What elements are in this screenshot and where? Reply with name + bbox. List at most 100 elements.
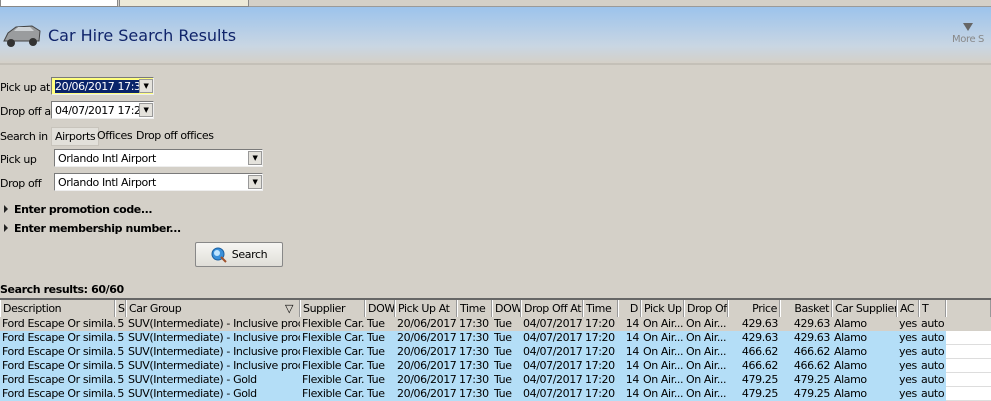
column-header-days[interactable]: D bbox=[618, 300, 641, 317]
pickup-at-value: 20/06/2017 17:30 bbox=[55, 80, 148, 93]
column-header-seats[interactable]: S bbox=[115, 300, 126, 317]
cell-pickup-time: 17:30 bbox=[457, 359, 492, 373]
pickup-location-select[interactable]: Orlando Intl Airport bbox=[54, 149, 263, 167]
more-extra: S bbox=[977, 34, 984, 45]
cell-supplier: Flexible Car... bbox=[300, 387, 365, 401]
cell-car-supplier: Alamo bbox=[832, 373, 897, 387]
column-header-dropoff-location[interactable]: Drop Off bbox=[684, 300, 728, 317]
membership-number-expander[interactable]: Enter membership number... bbox=[4, 222, 181, 235]
triangle-down-icon bbox=[962, 23, 973, 31]
search-in-dropoff-offices[interactable]: Drop off offices bbox=[133, 127, 217, 144]
cell-pickup-date: 20/06/2017 bbox=[395, 387, 457, 401]
column-header-car-group[interactable]: Car Group bbox=[126, 300, 300, 317]
cell-dropoff-location: On Air... bbox=[684, 317, 728, 331]
column-header-transmission[interactable]: T bbox=[919, 300, 946, 317]
table-row[interactable]: Ford Escape Or simila... 5 SUV(Intermediat… bbox=[0, 345, 991, 359]
cell-ac: yes bbox=[897, 317, 919, 331]
search-in-offices[interactable]: Offices bbox=[94, 127, 135, 144]
cell-supplier: Flexible Car... bbox=[300, 331, 365, 345]
table-row[interactable]: Ford Escape Or simila... 5 SUV(Intermediat… bbox=[0, 317, 991, 331]
column-header-dropoff-time[interactable]: Time bbox=[583, 300, 618, 317]
cell-description: Ford Escape Or simila... bbox=[0, 331, 115, 345]
table-row[interactable]: Ford Escape Or simila... 5 SUV(Intermediat… bbox=[0, 359, 991, 373]
cell-pickup-location: On Air... bbox=[641, 359, 684, 373]
column-header-pickup-location[interactable]: Pick Up bbox=[641, 300, 684, 317]
tab-strip bbox=[0, 0, 991, 7]
cell-dropoff-date: 04/07/2017 bbox=[521, 331, 583, 345]
column-header-price[interactable]: Price bbox=[728, 300, 780, 317]
cell-pickup-dow: Tue bbox=[365, 331, 395, 345]
search-icon bbox=[211, 247, 227, 263]
cell-dropoff-date: 04/07/2017 bbox=[521, 387, 583, 401]
cell-filler bbox=[946, 331, 991, 345]
cell-basket: 429.63 bbox=[780, 331, 832, 345]
search-in-airports[interactable]: Airports bbox=[51, 127, 100, 146]
cell-days: 14 bbox=[618, 331, 641, 345]
column-header-pickup-dow[interactable]: DOW bbox=[365, 300, 395, 317]
column-header-dropoff-date[interactable]: Drop Off At bbox=[521, 300, 583, 317]
cell-dropoff-location: On Air... bbox=[684, 331, 728, 345]
cell-car-group: SUV(Intermediate) - Inclusive product bbox=[126, 317, 300, 331]
cell-ac: yes bbox=[897, 345, 919, 359]
dropoff-location-dropdown[interactable]: ▼ bbox=[248, 175, 262, 189]
cell-seats: 5 bbox=[115, 387, 126, 401]
cell-dropoff-time: 17:20 bbox=[583, 345, 618, 359]
cell-transmission: auto bbox=[919, 387, 946, 401]
cell-dropoff-time: 17:20 bbox=[583, 373, 618, 387]
cell-pickup-time: 17:30 bbox=[457, 345, 492, 359]
cell-price: 466.62 bbox=[728, 345, 780, 359]
cell-pickup-time: 17:30 bbox=[457, 331, 492, 345]
expand-arrow-icon bbox=[4, 205, 8, 213]
cell-pickup-location: On Air... bbox=[641, 387, 684, 401]
cell-pickup-dow: Tue bbox=[365, 373, 395, 387]
dropoff-at-dropdown[interactable]: ▼ bbox=[139, 103, 153, 117]
filter-icon[interactable]: ▽ bbox=[285, 300, 293, 317]
table-row[interactable]: Ford Escape Or simila... 5 SUV(Intermediat… bbox=[0, 331, 991, 345]
cell-days: 14 bbox=[618, 359, 641, 373]
dropoff-location-select[interactable]: Orlando Intl Airport bbox=[54, 173, 263, 191]
cell-dropoff-location: On Air... bbox=[684, 387, 728, 401]
column-header-description[interactable]: Description bbox=[0, 300, 115, 317]
cell-car-supplier: Alamo bbox=[832, 317, 897, 331]
pickup-at-label: Pick up at bbox=[0, 81, 50, 94]
cell-filler bbox=[946, 373, 991, 387]
results-table: Description S Car Group Supplier DOW Pick Up … bbox=[0, 298, 991, 401]
tab-secondary[interactable] bbox=[119, 0, 249, 7]
cell-car-supplier: Alamo bbox=[832, 331, 897, 345]
pickup-location-dropdown[interactable]: ▼ bbox=[248, 151, 262, 165]
promotion-code-expander[interactable]: Enter promotion code... bbox=[4, 203, 153, 216]
cell-dropoff-location: On Air... bbox=[684, 359, 728, 373]
search-in-label: Search in bbox=[0, 130, 48, 143]
cell-basket: 479.25 bbox=[780, 387, 832, 401]
more-label: More bbox=[952, 34, 976, 45]
pickup-at-dropdown[interactable]: ▼ bbox=[139, 79, 153, 93]
cell-supplier: Flexible Car... bbox=[300, 373, 365, 387]
cell-dropoff-dow: Tue bbox=[492, 317, 521, 331]
column-header-pickup-time[interactable]: Time bbox=[457, 300, 492, 317]
cell-pickup-time: 17:30 bbox=[457, 373, 492, 387]
membership-number-label: Enter membership number... bbox=[14, 222, 181, 235]
cell-price: 429.63 bbox=[728, 317, 780, 331]
column-header-car-supplier[interactable]: Car Supplier bbox=[832, 300, 897, 317]
column-header-basket[interactable]: Basket bbox=[780, 300, 832, 317]
more-button[interactable]: More S bbox=[952, 23, 984, 45]
search-button-label: Search bbox=[231, 248, 268, 261]
column-header-dropoff-dow[interactable]: DOW bbox=[492, 300, 521, 317]
search-button[interactable]: Search bbox=[195, 242, 283, 267]
cell-supplier: Flexible Car... bbox=[300, 345, 365, 359]
cell-car-group: SUV(Intermediate) - Inclusive product... bbox=[126, 359, 300, 373]
cell-basket: 429.63 bbox=[780, 317, 832, 331]
cell-price: 429.63 bbox=[728, 331, 780, 345]
cell-description: Ford Escape Or simila... bbox=[0, 359, 115, 373]
cell-description: Ford Escape Or simila... bbox=[0, 373, 115, 387]
cell-basket: 466.62 bbox=[780, 359, 832, 373]
table-row[interactable]: Ford Escape Or simila... 5 SUV(Intermediat… bbox=[0, 373, 991, 387]
tab-active[interactable] bbox=[0, 0, 118, 7]
expand-arrow-icon bbox=[4, 224, 8, 232]
table-row[interactable]: Ford Escape Or simila... 5 SUV(Intermediat… bbox=[0, 387, 991, 401]
column-header-supplier[interactable]: Supplier bbox=[300, 300, 365, 317]
cell-pickup-time: 17:30 bbox=[457, 387, 492, 401]
column-header-ac[interactable]: AC bbox=[897, 300, 919, 317]
car-icon bbox=[3, 25, 41, 47]
column-header-pickup-date[interactable]: Pick Up At bbox=[395, 300, 457, 317]
